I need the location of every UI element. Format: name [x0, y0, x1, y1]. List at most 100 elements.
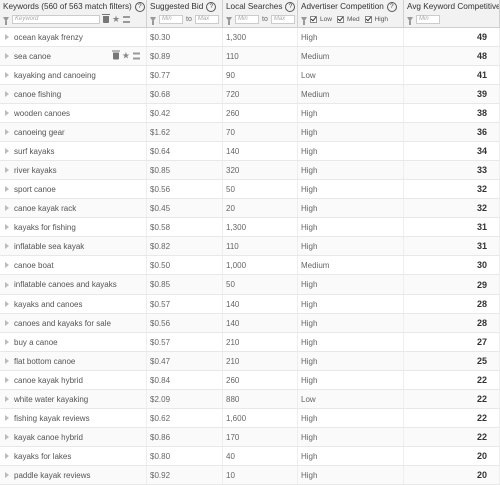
- table-row[interactable]: inflatable sea kayak $0.82 110 High 31: [0, 237, 500, 256]
- table-header: Keywords (560 of 563 match filters)? Key…: [0, 0, 500, 28]
- table-row[interactable]: white water kayaking $2.09 880 Low 22: [0, 390, 500, 409]
- local-searches-column-header[interactable]: Local Searches? Min to Max: [223, 0, 298, 27]
- keyword-cell: kayaks for lakes: [0, 447, 147, 465]
- expand-arrow-icon[interactable]: [5, 358, 9, 364]
- trash-icon[interactable]: [111, 50, 120, 60]
- expand-arrow-icon[interactable]: [5, 91, 9, 97]
- local-searches-cell: 140: [223, 314, 298, 332]
- med-checkbox[interactable]: [336, 16, 344, 23]
- keyword-text: canoe kayak rack: [14, 203, 77, 213]
- suggested-bid-cell: $0.64: [147, 142, 223, 160]
- expand-arrow-icon[interactable]: [5, 129, 9, 135]
- advertiser-competition-cell: High: [298, 371, 404, 389]
- table-row[interactable]: sea canoe ★ $0.89 110 Medium 48: [0, 47, 500, 66]
- expand-arrow-icon[interactable]: [5, 453, 9, 459]
- help-icon[interactable]: ?: [134, 2, 145, 12]
- filter-icon[interactable]: [226, 17, 232, 25]
- expand-arrow-icon[interactable]: [5, 262, 9, 268]
- expand-arrow-icon[interactable]: [5, 53, 9, 59]
- table-row[interactable]: canoeing gear $1.62 70 High 36: [0, 123, 500, 142]
- table-row[interactable]: fishing kayak reviews $0.62 1,600 High 22: [0, 409, 500, 428]
- table-row[interactable]: ocean kayak frenzy $0.30 1,300 High 49: [0, 28, 500, 47]
- suggested-bid-cell: $2.09: [147, 390, 223, 408]
- table-row[interactable]: buy a canoe $0.57 210 High 27: [0, 333, 500, 352]
- table-row[interactable]: canoe boat $0.50 1,000 Medium 30: [0, 256, 500, 275]
- bid-max-input[interactable]: Max: [194, 15, 219, 24]
- expand-arrow-icon[interactable]: [5, 281, 9, 288]
- list-icon[interactable]: [123, 16, 131, 23]
- expand-arrow-icon[interactable]: [5, 186, 9, 192]
- table-row[interactable]: surf kayaks $0.64 140 High 34: [0, 142, 500, 161]
- avg-competitiveness-cell: 33: [404, 161, 500, 179]
- table-row[interactable]: kayaks and canoes $0.57 140 High 28: [0, 295, 500, 314]
- table-row[interactable]: canoe fishing $0.68 720 Medium 39: [0, 85, 500, 104]
- suggested-bid-title: Suggested Bid?: [150, 2, 217, 12]
- expand-arrow-icon[interactable]: [5, 377, 9, 383]
- table-row[interactable]: kayaks for fishing $0.58 1,300 High 31: [0, 218, 500, 237]
- expand-arrow-icon[interactable]: [5, 167, 9, 173]
- star-icon[interactable]: ★: [122, 51, 130, 61]
- keyword-filter-input[interactable]: Keyword: [12, 15, 100, 24]
- avg-competitiveness-column-header[interactable]: Avg Keyword Competitiveness Min: [404, 0, 500, 27]
- avg-min-input[interactable]: Min: [416, 15, 440, 24]
- filter-icon[interactable]: [407, 17, 413, 25]
- table-row[interactable]: canoe kayak hybrid $0.84 260 High 22: [0, 371, 500, 390]
- local-searches-cell: 110: [223, 237, 298, 255]
- advertiser-competition-cell: High: [298, 352, 404, 370]
- expand-arrow-icon[interactable]: [5, 415, 9, 421]
- table-row[interactable]: sport canoe $0.56 50 High 32: [0, 180, 500, 199]
- avg-competitiveness-cell: 22: [404, 428, 500, 446]
- expand-arrow-icon[interactable]: [5, 148, 9, 154]
- suggested-bid-cell: $0.30: [147, 28, 223, 46]
- expand-arrow-icon[interactable]: [5, 34, 9, 40]
- list-icon[interactable]: [133, 52, 140, 60]
- expand-arrow-icon[interactable]: [5, 301, 9, 307]
- searches-max-input[interactable]: Max: [270, 15, 295, 24]
- keywords-column-header[interactable]: Keywords (560 of 563 match filters)? Key…: [0, 0, 147, 27]
- expand-arrow-icon[interactable]: [5, 472, 9, 478]
- help-icon[interactable]: ?: [285, 2, 296, 12]
- table-row[interactable]: canoe kayak rack $0.45 20 High 32: [0, 199, 500, 218]
- advertiser-competition-cell: High: [298, 180, 404, 198]
- help-icon[interactable]: ?: [206, 2, 217, 12]
- expand-arrow-icon[interactable]: [5, 396, 9, 402]
- table-row[interactable]: wooden canoes $0.42 260 High 38: [0, 104, 500, 123]
- expand-arrow-icon[interactable]: [5, 243, 9, 249]
- keyword-text: kayaking and canoeing: [14, 70, 96, 80]
- low-checkbox[interactable]: [310, 16, 317, 23]
- expand-arrow-icon[interactable]: [5, 320, 9, 326]
- expand-arrow-icon[interactable]: [5, 224, 9, 230]
- advertiser-competition-cell: High: [298, 428, 404, 446]
- filter-icon[interactable]: [3, 17, 9, 25]
- table-row[interactable]: kayaking and canoeing $0.77 90 Low 41: [0, 66, 500, 85]
- table-row[interactable]: river kayaks $0.85 320 High 33: [0, 161, 500, 180]
- keyword-text: white water kayaking: [14, 394, 89, 404]
- local-searches-cell: 10: [223, 466, 298, 484]
- table-row[interactable]: paddle kayak reviews $0.92 10 High 20: [0, 466, 500, 485]
- advertiser-competition-column-header[interactable]: Advertiser Competition? Low Med High: [298, 0, 404, 27]
- keyword-text: inflatable canoes and kayaks: [14, 280, 117, 289]
- table-row[interactable]: inflatable canoes and kayaks $0.85 50 High 2…: [0, 275, 500, 295]
- filter-icon[interactable]: [301, 17, 307, 25]
- table-row[interactable]: canoes and kayaks for sale $0.56 140 High 28: [0, 314, 500, 333]
- help-icon[interactable]: ?: [386, 2, 397, 12]
- table-row[interactable]: kayaks for lakes $0.80 40 High 20: [0, 447, 500, 466]
- searches-min-input[interactable]: Min: [235, 15, 259, 24]
- expand-arrow-icon[interactable]: [5, 205, 9, 211]
- star-icon[interactable]: ★: [112, 15, 120, 24]
- expand-arrow-icon[interactable]: [5, 339, 9, 345]
- avg-competitiveness-cell: 38: [404, 104, 500, 122]
- filter-icon[interactable]: [150, 17, 156, 25]
- advertiser-competition-cell: High: [298, 447, 404, 465]
- expand-arrow-icon[interactable]: [5, 110, 9, 116]
- suggested-bid-column-header[interactable]: Suggested Bid? Min to Max: [147, 0, 223, 27]
- table-row[interactable]: kayak canoe hybrid $0.86 170 High 22: [0, 428, 500, 447]
- high-checkbox[interactable]: [364, 16, 372, 23]
- keyword-text: paddle kayak reviews: [14, 470, 91, 480]
- table-row[interactable]: flat bottom canoe $0.47 210 High 25: [0, 352, 500, 371]
- expand-arrow-icon[interactable]: [5, 434, 9, 440]
- trash-icon[interactable]: [102, 14, 110, 23]
- keyword-text: kayaks for fishing: [14, 222, 76, 232]
- bid-min-input[interactable]: Min: [159, 15, 183, 24]
- expand-arrow-icon[interactable]: [5, 72, 9, 78]
